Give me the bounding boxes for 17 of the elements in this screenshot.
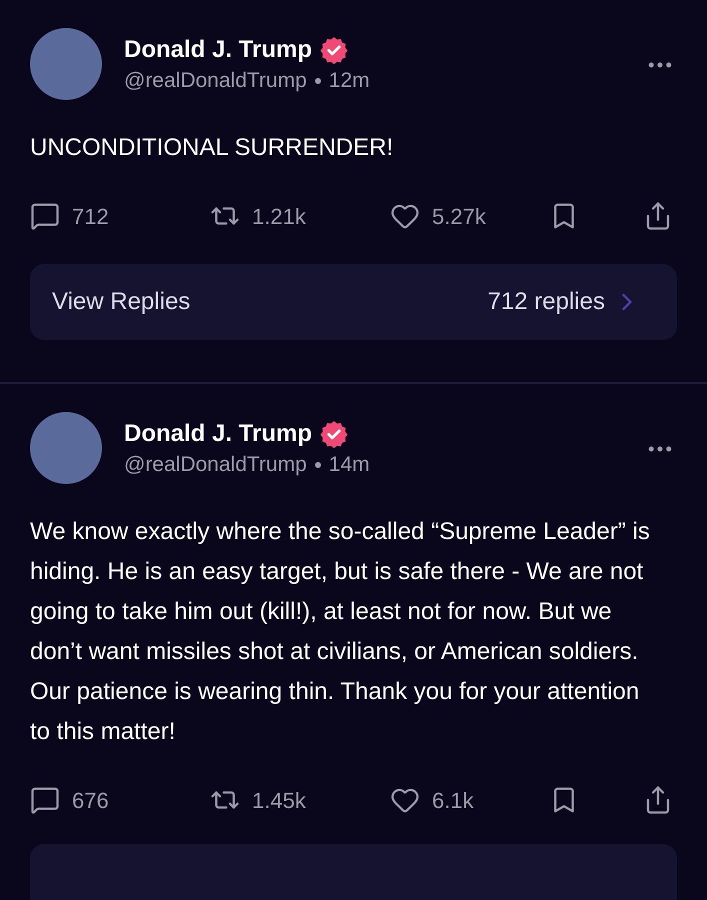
- author-handle[interactable]: @realDonaldTrump: [124, 66, 307, 96]
- reply-count-button[interactable]: 676: [30, 784, 109, 816]
- view-replies-button[interactable]: View Replies 712 replies: [30, 264, 677, 340]
- like-count-button[interactable]: 6.1k: [390, 784, 474, 816]
- author-handle[interactable]: @realDonaldTrump: [124, 450, 307, 480]
- post-time[interactable]: 12m: [328, 66, 370, 96]
- post-text: UNCONDITIONAL SURRENDER!: [30, 133, 394, 163]
- author-name[interactable]: Donald J. Trump: [124, 34, 312, 66]
- post-text: We know exactly where the so-called “Supreme Leader” is hiding. He is an easy target, but is safe there - We are not going to take him out (kill!), at least not for now. But we don’t want missiles shot at civilians, or American soldiers. Our patience is wearing thin. Thank you for your attention to this matter!: [30, 517, 651, 747]
- repost-count-button[interactable]: 1.45k: [210, 784, 306, 816]
- like-count-button[interactable]: 5.27k: [390, 200, 486, 232]
- speech-bubble-icon: [30, 201, 60, 231]
- speech-bubble-icon: [30, 785, 60, 815]
- author-name[interactable]: Donald J. Trump: [124, 418, 312, 450]
- reply-count-button[interactable]: 712: [30, 200, 109, 232]
- repost-count-button[interactable]: 1.21k: [210, 200, 306, 232]
- post-time[interactable]: 14m: [328, 450, 370, 480]
